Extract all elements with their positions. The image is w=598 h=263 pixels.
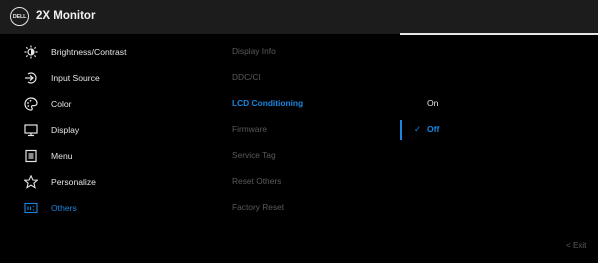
page-title: 2X Monitor <box>36 10 96 22</box>
menu-item-label: Others <box>51 203 77 213</box>
menu-item-label: Color <box>51 99 72 109</box>
menu-item-label: Menu <box>51 151 73 161</box>
option-off[interactable]: Off <box>427 124 439 134</box>
star-icon <box>23 175 39 189</box>
option-on[interactable]: On <box>427 98 438 108</box>
menu-item-brightness-contrast[interactable]: Brightness/Contrast <box>0 42 210 62</box>
header-bar: DELL 2X Monitor <box>0 0 598 34</box>
menu-item-label: Display <box>51 125 80 135</box>
menu-item-label: Input Source <box>51 73 100 83</box>
menu-item-display[interactable]: Display <box>0 120 210 140</box>
menu-item-label: Brightness/Contrast <box>51 47 127 57</box>
color-palette-icon <box>23 97 39 111</box>
selection-indicator <box>400 120 402 140</box>
submenu-item-factory-reset[interactable]: Factory Reset <box>232 202 284 216</box>
input-source-icon <box>23 71 39 85</box>
check-icon: ✓ <box>414 124 422 134</box>
submenu-item-lcd-conditioning[interactable]: LCD Conditioning <box>232 98 303 112</box>
menu-item-input-source[interactable]: Input Source <box>0 68 210 88</box>
exit-button[interactable]: Exit <box>573 241 586 250</box>
brightness-icon <box>23 45 39 59</box>
submenu-item-firmware[interactable]: Firmware <box>232 124 267 138</box>
menu-item-label: Personalize <box>51 177 96 187</box>
submenu-item-reset-others[interactable]: Reset Others <box>232 176 281 190</box>
chevron-left-icon: < <box>566 241 571 250</box>
others-icon <box>23 201 39 215</box>
submenu-item-ddc-ci[interactable]: DDC/CI <box>232 72 261 86</box>
menu-item-others[interactable]: Others <box>0 198 210 218</box>
menu-item-color[interactable]: Color <box>0 94 210 114</box>
menu-item-personalize[interactable]: Personalize <box>0 172 210 192</box>
submenu-item-service-tag[interactable]: Service Tag <box>232 150 276 164</box>
dell-logo: DELL <box>10 7 29 26</box>
display-icon <box>23 123 39 137</box>
submenu-item-display-info[interactable]: Display Info <box>232 46 276 60</box>
menu-item-menu[interactable]: Menu <box>0 146 210 166</box>
menu-icon <box>23 149 39 163</box>
header-divider <box>400 33 598 35</box>
